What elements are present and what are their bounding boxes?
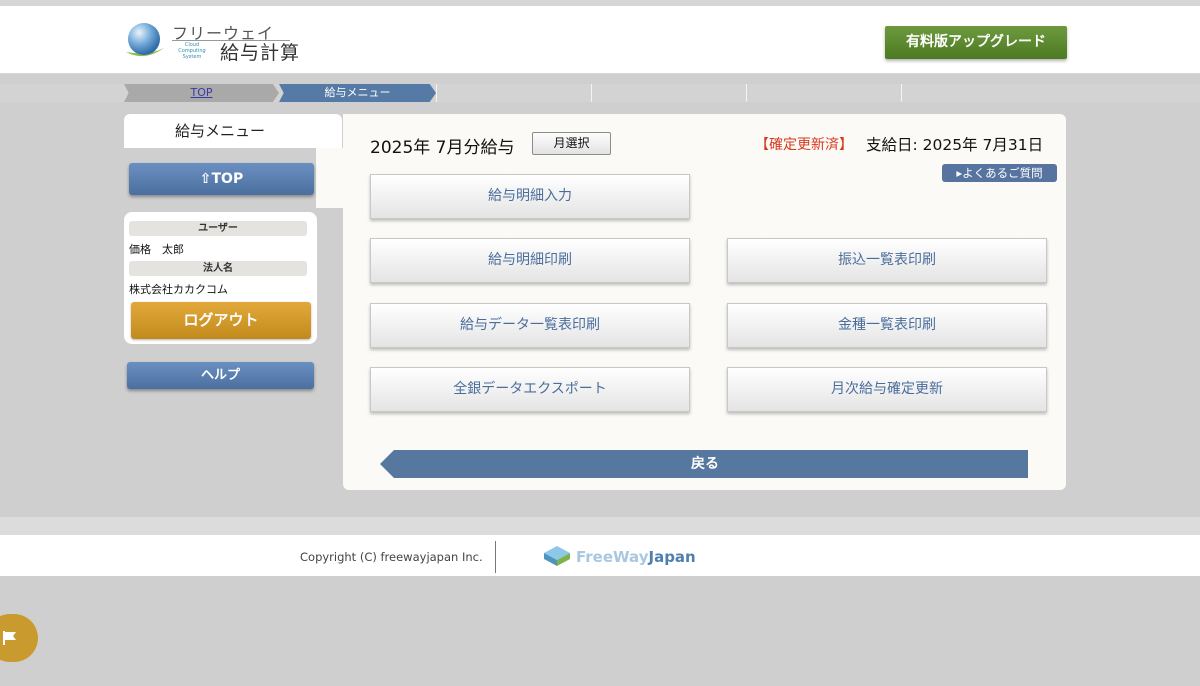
brand-free: FreeWay — [576, 548, 649, 566]
payday-text: 支給日: 2025年 7月31日 — [866, 136, 1044, 154]
cube-icon — [544, 546, 570, 566]
panel-connector — [316, 148, 343, 208]
month-select-button[interactable]: 月選択 — [532, 132, 611, 155]
upgrade-button[interactable]: 有料版アップグレード — [885, 26, 1067, 59]
app-logo[interactable]: フリーウェイ Cloud Computing System 給与計算 — [124, 20, 299, 64]
flag-icon — [3, 631, 16, 645]
user-label: ユーザー — [129, 221, 307, 236]
zengin-export-button[interactable]: 全銀データエクスポート — [370, 367, 690, 412]
faq-button-label: よくあるご質問 — [962, 166, 1043, 180]
transfer-list-print-button[interactable]: 振込一覧表印刷 — [727, 238, 1047, 283]
globe-icon — [126, 23, 164, 57]
salary-data-list-print-button[interactable]: 給与データ一覧表印刷 — [370, 303, 690, 348]
user-name: 価格 太郎 — [129, 243, 184, 256]
sidebar-title: 給与メニュー — [174, 122, 265, 140]
freewayjapan-text: FreeWayJapan — [576, 548, 696, 566]
brand-japan: Japan — [648, 548, 696, 566]
denomination-list-print-button[interactable]: 金種一覧表印刷 — [727, 303, 1047, 348]
payslip-input-button[interactable]: 給与明細入力 — [370, 174, 690, 219]
breadcrumb-empty — [436, 84, 591, 102]
copyright-text: Copyright (C) freewayjapan Inc. — [300, 550, 483, 564]
back-button[interactable]: 戻る — [380, 450, 1030, 478]
breadcrumb-empty — [591, 84, 746, 102]
breadcrumb-current: 給与メニュー — [279, 84, 436, 102]
breadcrumb-top-link[interactable]: TOP — [124, 84, 279, 102]
page-title: 2025年 7月分給与 — [370, 138, 515, 158]
logout-button[interactable]: ログアウト — [131, 302, 311, 339]
company-name: 株式会社カカクコム — [129, 283, 228, 296]
top-button[interactable]: ⇧TOP — [129, 163, 314, 195]
home-icon: ⇧ — [199, 171, 212, 187]
logo-main-text: 給与計算 — [220, 42, 301, 64]
back-button-label: 戻る — [691, 456, 719, 472]
footer-divider — [495, 541, 496, 573]
feedback-button[interactable] — [0, 614, 38, 662]
monthly-confirm-update-button[interactable]: 月次給与確定更新 — [727, 367, 1047, 412]
faq-button[interactable]: ▸よくあるご質問 — [942, 164, 1057, 182]
header: フリーウェイ Cloud Computing System 給与計算 有料版アッ… — [0, 6, 1200, 74]
breadcrumb-empty — [746, 84, 901, 102]
footer-strip — [0, 517, 1200, 535]
logo-subtitle: Cloud Computing System — [178, 42, 206, 60]
help-button[interactable]: ヘルプ — [127, 362, 314, 389]
payslip-print-button[interactable]: 給与明細印刷 — [370, 238, 690, 283]
user-info-box: ユーザー 価格 太郎 法人名 株式会社カカクコム ログアウト — [124, 212, 317, 344]
breadcrumb-empty — [901, 84, 1066, 102]
freewayjapan-logo[interactable]: FreeWayJapan — [543, 544, 696, 568]
status-badge: 【確定更新済】 — [755, 137, 853, 153]
footer: Copyright (C) freewayjapan Inc. FreeWayJ… — [0, 535, 1200, 576]
company-label: 法人名 — [129, 261, 307, 276]
top-button-label: TOP — [211, 171, 244, 187]
